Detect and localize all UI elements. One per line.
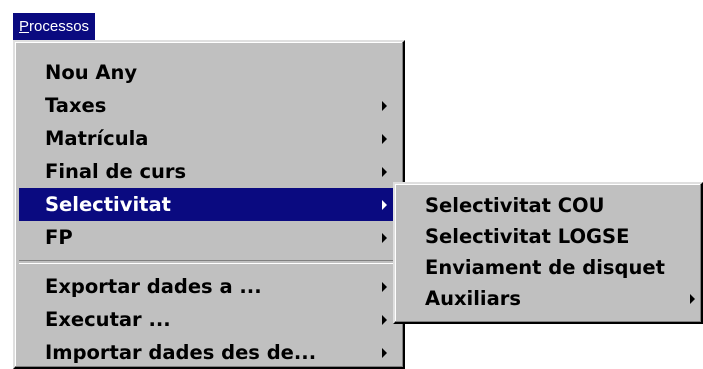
chevron-right-icon: [382, 101, 387, 111]
menu-item-label: Taxes: [45, 94, 107, 117]
menu-item-importar-dades[interactable]: Importar dades des de...: [19, 336, 397, 369]
chevron-right-icon: [382, 167, 387, 177]
chevron-right-icon: [382, 315, 387, 325]
menu-item-label: Enviament de disquet: [425, 256, 665, 279]
menu-item-label: Executar ...: [45, 308, 171, 331]
selectivitat-submenu: Selectivitat COU Selectivitat LOGSE Envi…: [393, 182, 703, 324]
submenu-item-selectivitat-cou[interactable]: Selectivitat COU: [399, 190, 695, 221]
menu-item-exportar-dades[interactable]: Exportar dades a ...: [19, 270, 397, 303]
menu-item-label: Exportar dades a ...: [45, 275, 262, 298]
chevron-right-icon: [382, 348, 387, 358]
chevron-right-icon: [690, 294, 695, 304]
menu-processos[interactable]: Processos: [13, 13, 96, 40]
menu-item-selectivitat[interactable]: Selectivitat: [19, 188, 397, 221]
menu-item-label: Auxiliars: [425, 287, 521, 310]
menu-item-label: Matrícula: [45, 127, 149, 150]
menu-item-taxes[interactable]: Taxes: [19, 89, 397, 122]
submenu-item-enviament-de-disquet[interactable]: Enviament de disquet: [399, 252, 695, 283]
chevron-right-icon: [382, 282, 387, 292]
menu-item-matricula[interactable]: Matrícula: [19, 122, 397, 155]
chevron-right-icon: [382, 134, 387, 144]
chevron-right-icon: [382, 233, 387, 243]
menu-item-label: Importar dades des de...: [45, 341, 317, 364]
menu-item-label: Final de curs: [45, 160, 187, 183]
menu-item-label: Nou Any: [45, 61, 138, 84]
menu-item-label: Selectivitat: [45, 193, 171, 216]
menu-item-label: Selectivitat COU: [425, 194, 605, 217]
chevron-right-icon: [382, 200, 387, 210]
menu-item-nou-any[interactable]: Nou Any: [19, 56, 397, 89]
submenu-item-auxiliars[interactable]: Auxiliars: [399, 283, 695, 314]
menu-item-executar[interactable]: Executar ...: [19, 303, 397, 336]
menu-processos-mnemonic: P: [19, 18, 30, 35]
menu-processos-label: rocessos: [29, 18, 90, 35]
submenu-item-selectivitat-logse[interactable]: Selectivitat LOGSE: [399, 221, 695, 252]
menu-item-label: FP: [45, 226, 73, 249]
menu-separator: [19, 260, 397, 264]
processos-dropdown: Nou Any Taxes Matrícula Final de curs Se…: [13, 40, 405, 369]
menu-item-final-de-curs[interactable]: Final de curs: [19, 155, 397, 188]
menu-item-fp[interactable]: FP: [19, 221, 397, 254]
menu-item-label: Selectivitat LOGSE: [425, 225, 630, 248]
